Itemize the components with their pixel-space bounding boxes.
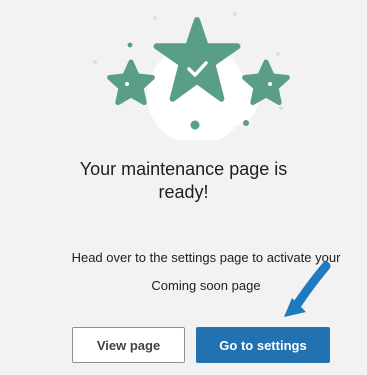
description-line-2: Coming soon page [151,278,261,293]
view-page-button[interactable]: View page [72,327,185,363]
page-title: Your maintenance page is ready! [79,159,288,202]
go-to-settings-button[interactable]: Go to settings [196,327,330,363]
stars-illustration-icon [93,11,290,140]
description-text: Head over to the settings page to activa… [30,244,367,300]
left-star-icon [107,59,155,106]
description-line-1: Head over to the settings page to activa… [71,250,341,265]
